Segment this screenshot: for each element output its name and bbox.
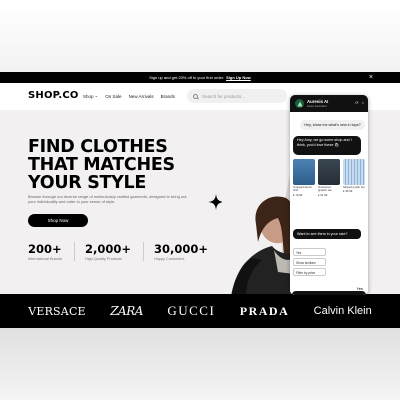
logo[interactable]: SHOP.CO xyxy=(28,90,79,101)
nav-link-on-sale[interactable]: On Sale xyxy=(105,93,121,99)
refresh-icon[interactable]: ⟳ xyxy=(355,100,358,105)
brand-zara[interactable]: ZARA xyxy=(110,304,143,318)
chat-widget: Aurenis AI Likes Assistant ⟳ × Hey, show… xyxy=(290,95,368,295)
chevron-down-icon: ⌄ xyxy=(94,93,99,98)
option-show-similars[interactable]: Show similars xyxy=(293,258,326,266)
brand-calvin-klein[interactable]: Calvin Klein xyxy=(314,305,372,317)
assistant-status: Likes Assistant xyxy=(307,104,327,109)
stats-row: 200+ International Brands 2,000+ High-Qu… xyxy=(28,242,230,261)
announcement-bar: Sign up and get 20% off to your first or… xyxy=(0,72,400,83)
bot-message: Hey Amy, we go some shop and I think, yo… xyxy=(293,136,361,155)
nav-links: Shop ⌄ On Sale New Arrivals Brands xyxy=(83,93,175,99)
user-message: Hey, show me what's new in tops? xyxy=(300,120,365,130)
stat-products: 2,000+ High-Quality Products xyxy=(85,242,144,261)
search-input[interactable]: Search for products... xyxy=(187,89,287,103)
nav-link-shop[interactable]: Shop ⌄ xyxy=(83,93,98,99)
assistant-avatar xyxy=(295,99,304,108)
bot-question: Want to see them in your size? xyxy=(293,229,361,239)
brand-gucci[interactable]: GUCCI xyxy=(167,303,215,319)
product-image-striped xyxy=(343,159,365,185)
search-icon xyxy=(193,93,198,99)
close-icon[interactable]: × xyxy=(369,73,373,82)
chat-header: Aurenis AI Likes Assistant ⟳ × xyxy=(290,95,368,112)
assistant-name: Aurenis AI xyxy=(307,98,329,104)
announcement-text: Sign up and get 20% off to your first or… xyxy=(149,75,225,80)
option-filter-price[interactable]: Filter by price xyxy=(293,268,326,276)
assistant-logo-icon xyxy=(296,101,303,106)
signup-link[interactable]: Sign Up Now xyxy=(226,75,251,80)
product-card[interactable]: Oversized graphic tee £ 21.99 xyxy=(318,159,340,197)
brand-prada[interactable]: PRADA xyxy=(240,304,290,319)
stat-brands: 200+ International Brands xyxy=(28,242,75,261)
chat-header-text: Aurenis AI Likes Assistant xyxy=(307,99,328,109)
shop-now-button[interactable]: Shop Now xyxy=(28,214,88,227)
product-card[interactable]: Cropped denim shirt £ 79.99 xyxy=(293,159,315,197)
search-placeholder: Search for products... xyxy=(202,93,246,99)
product-image-tee xyxy=(318,159,340,185)
nav-link-new-arrivals[interactable]: New Arrivals xyxy=(129,93,154,99)
chat-body: Hey, show me what's new in tops? Hey Amy… xyxy=(290,112,368,295)
product-image-denim xyxy=(293,159,315,185)
product-carousel: Cropped denim shirt £ 79.99 Oversized gr… xyxy=(293,159,367,197)
nav-link-brands[interactable]: Brands xyxy=(161,93,175,99)
chat-input-bar[interactable] xyxy=(292,291,366,295)
chat-controls: ⟳ × xyxy=(355,100,364,105)
hero-title: FIND CLOTHES THAT MATCHES YOUR STYLE xyxy=(28,137,175,193)
product-card[interactable]: Striped poplin top £ 46.99 xyxy=(343,159,365,197)
hero-description: Browse through our diverse range of meti… xyxy=(28,194,187,205)
option-yes[interactable]: Yes xyxy=(293,248,326,256)
stat-customers: 30,000+ Happy Customers xyxy=(154,242,209,261)
close-chat-icon[interactable]: × xyxy=(362,100,364,105)
brand-versace[interactable]: VERSACE xyxy=(28,305,86,318)
brand-bar: VERSACE ZARA GUCCI PRADA Calvin Klein xyxy=(0,294,400,328)
